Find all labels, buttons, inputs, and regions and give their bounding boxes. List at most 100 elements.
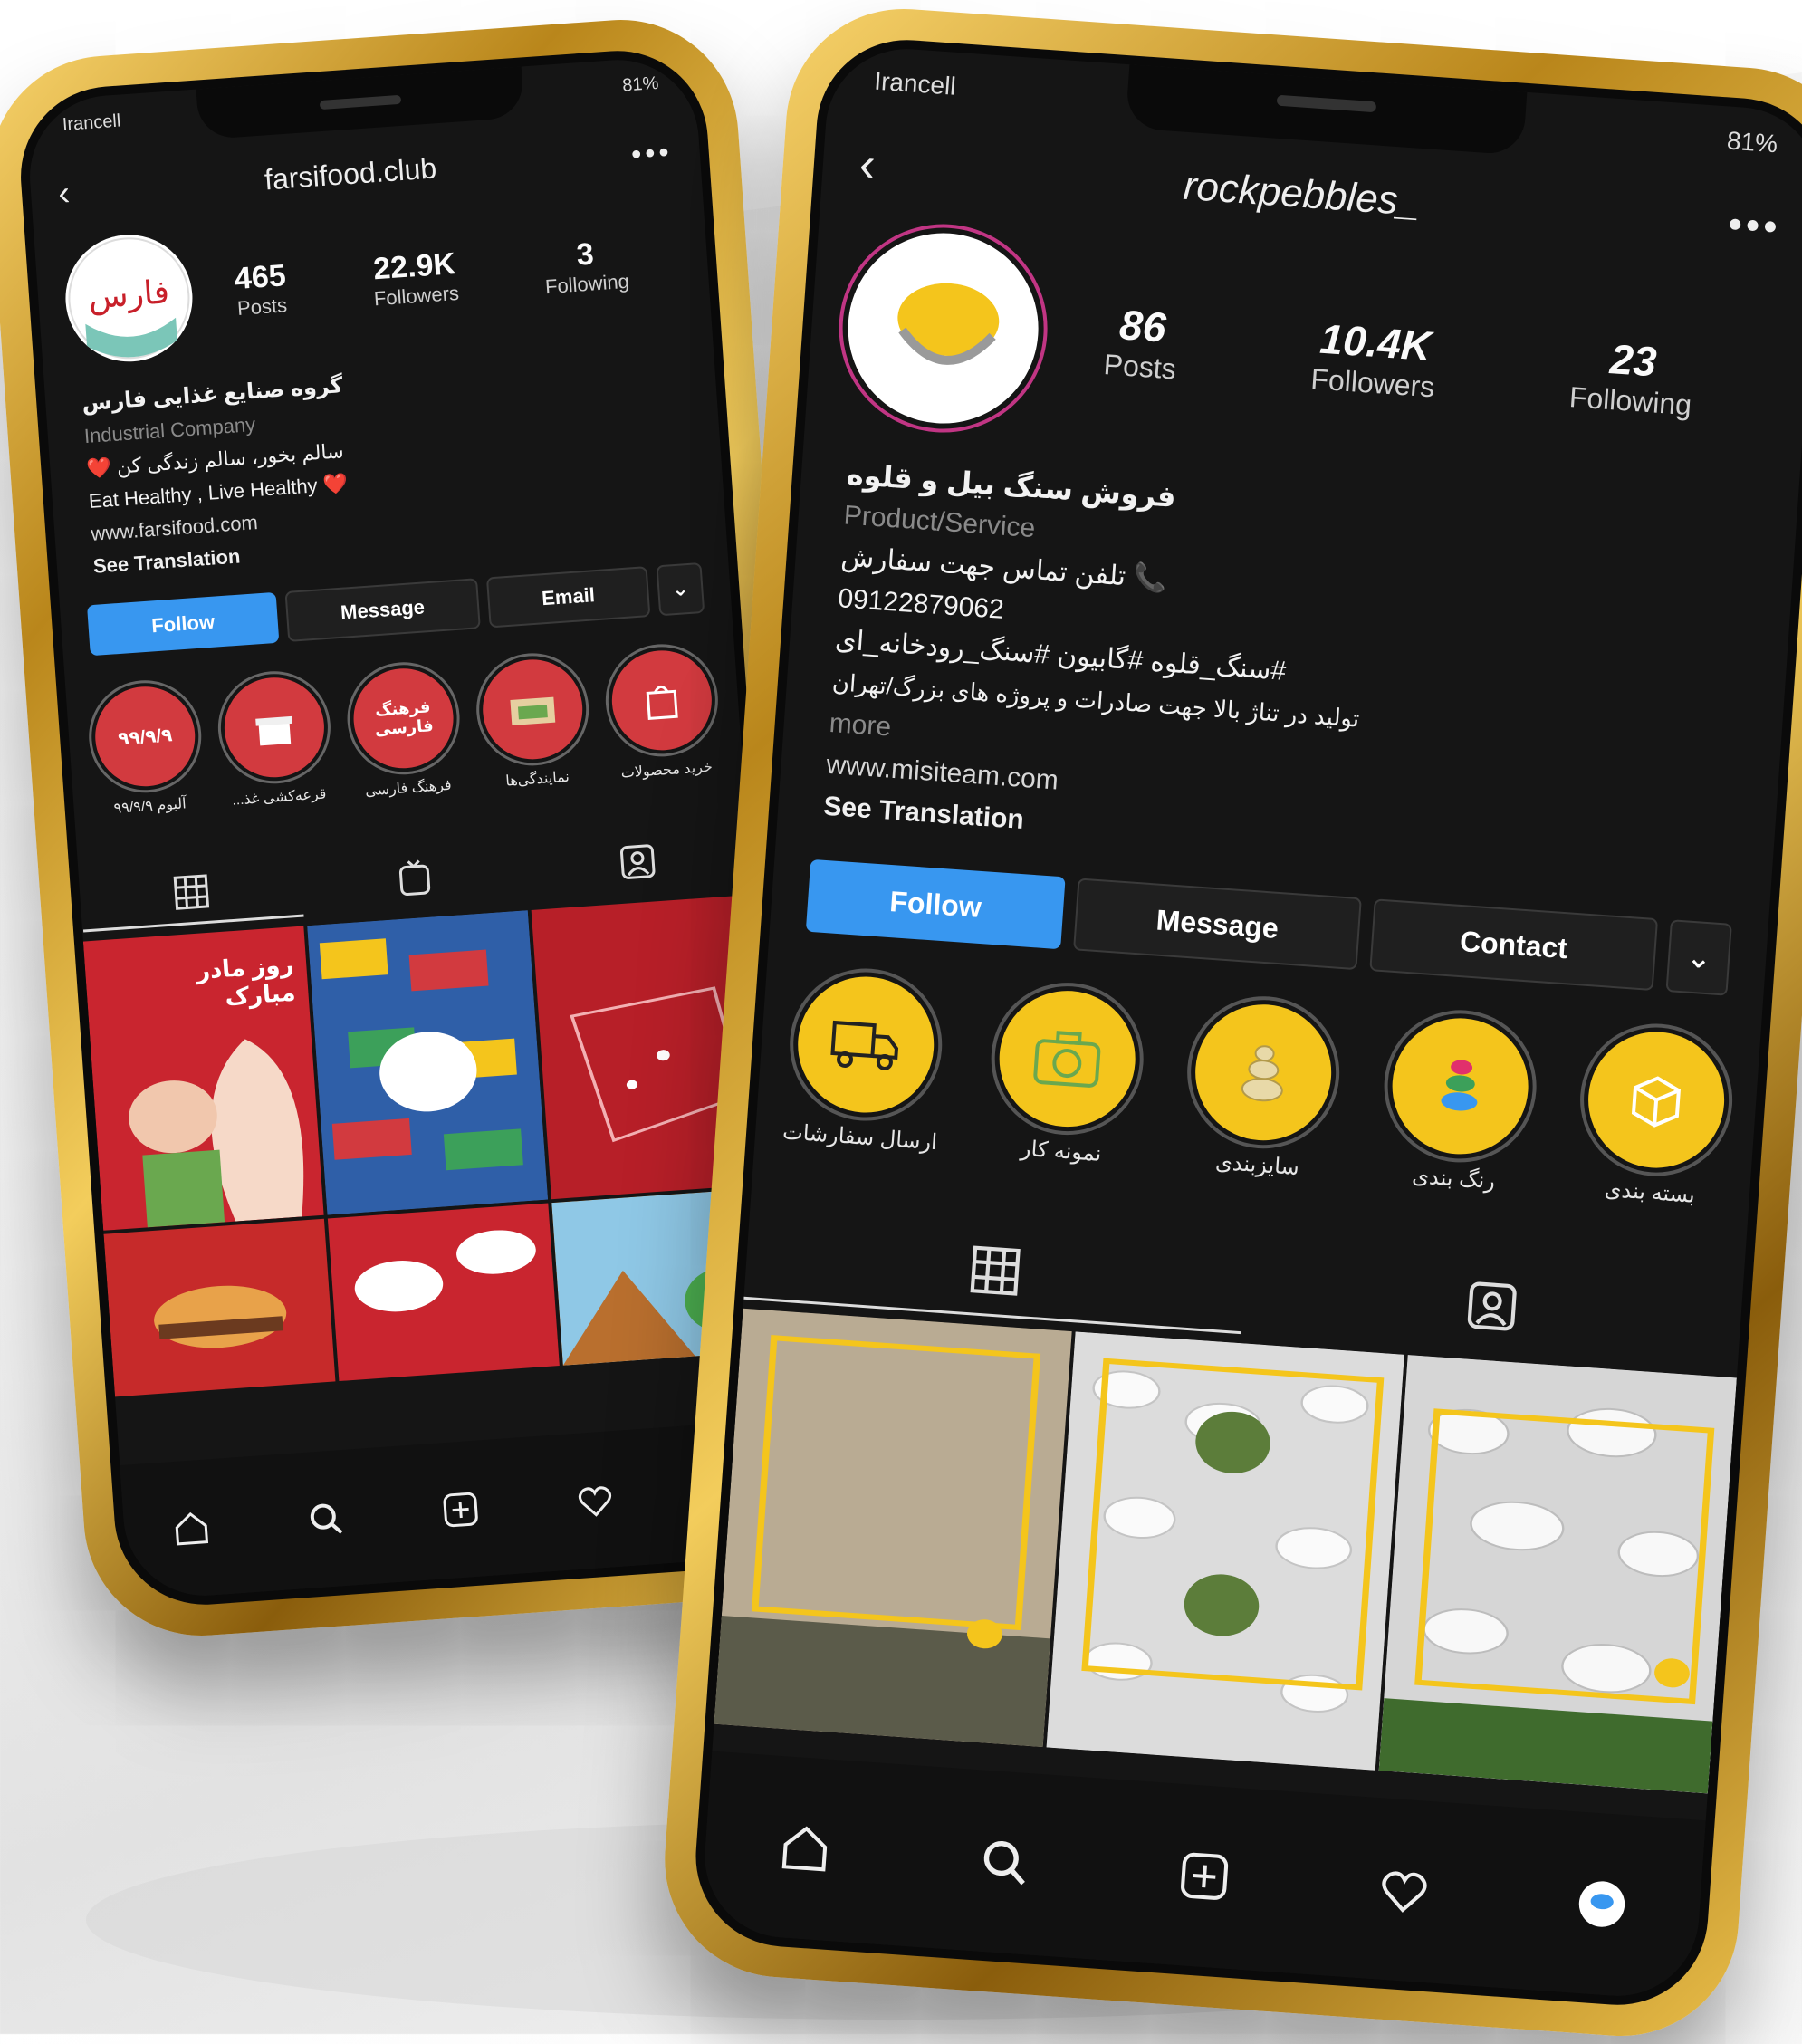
lego-bricks-image	[307, 910, 549, 1215]
truck-icon	[830, 1020, 899, 1071]
highlight-album[interactable]: ۹۹/۹/۹ آلبوم ۹۹/۹/۹	[88, 679, 204, 819]
highlight-sizing[interactable]: سایزبندی	[1184, 994, 1341, 1184]
shopping-bag-icon	[646, 685, 678, 720]
post-tile[interactable]: روز مادر مبارک	[82, 926, 324, 1231]
profile-username: farsifood.club	[263, 150, 438, 197]
profile-bio: گروه صنایع غذایی فارس Industrial Company…	[81, 369, 355, 583]
tab-tagged[interactable]	[525, 824, 750, 899]
profile-stats: 86 Posts 10.4K Followers 23 Following	[1035, 293, 1763, 427]
post-tile[interactable]	[1378, 1355, 1737, 1794]
screen-right: Irancell 81% ‹ rockpebbles_ ••• 86 Posts	[689, 34, 1802, 2011]
box-icon	[1631, 1076, 1681, 1128]
more-options-icon[interactable]: •••	[630, 135, 674, 171]
tab-grid[interactable]	[79, 854, 304, 933]
highlight-agencies[interactable]: نمایندگی‌ها	[475, 652, 591, 792]
igtv-icon	[398, 859, 431, 896]
search-icon[interactable]	[305, 1498, 348, 1540]
store-icon	[510, 696, 556, 725]
highlight-cover	[990, 981, 1145, 1137]
stat-posts[interactable]: 86 Posts	[1103, 299, 1181, 386]
activity-heart-icon[interactable]	[1375, 1861, 1433, 1919]
stat-following[interactable]: 23 Following	[1568, 331, 1696, 422]
post-tile[interactable]	[307, 910, 549, 1215]
highlight-portfolio[interactable]: نمونه کار	[988, 981, 1145, 1170]
stones-icon	[1241, 1045, 1284, 1102]
more-options-icon[interactable]: •••	[1727, 202, 1782, 251]
stone-wall-photo	[714, 1308, 1072, 1748]
profile-avatar-icon[interactable]	[1575, 1877, 1629, 1932]
email-button[interactable]: Email	[485, 566, 651, 629]
avatar[interactable]	[841, 226, 1045, 430]
highlight-cover	[475, 652, 590, 767]
stat-followers[interactable]: 10.4K Followers	[1309, 313, 1439, 404]
carrier-label: Irancell	[873, 66, 957, 101]
highlight-cover	[216, 670, 331, 785]
carrier-label: Irancell	[62, 110, 122, 135]
posts-grid: روز مادر مبارک	[82, 894, 784, 1397]
follow-button[interactable]: Follow	[86, 591, 280, 657]
profile-bio: فروش سنگ بیل و قلوه Product/Service 📞 تل…	[822, 454, 1375, 865]
battery-label: 81%	[621, 72, 660, 96]
posts-grid	[714, 1308, 1737, 1794]
camera-icon	[1033, 1031, 1101, 1088]
profile-actions: Follow Message Contact ⌄	[805, 859, 1732, 996]
highlight-colors[interactable]: رنگ بندی	[1380, 1009, 1538, 1197]
bottom-navigation	[699, 1751, 1706, 2001]
post-tile[interactable]	[714, 1308, 1072, 1748]
profile-stats: 465 Posts 22.9K Followers 3 Following	[190, 231, 673, 323]
burger-illustration	[154, 1285, 287, 1348]
svg-text:فارس: فارس	[87, 273, 170, 316]
highlight-cover: ۹۹/۹/۹	[88, 679, 203, 794]
highlight-orders[interactable]: ارسال سفارشات	[781, 967, 948, 1156]
highlight-giveaway[interactable]: قرعه‌کشی غذ...	[216, 670, 333, 810]
message-button[interactable]: Message	[284, 578, 481, 642]
post-tile[interactable]	[1046, 1331, 1404, 1771]
follow-button[interactable]: Follow	[805, 859, 1066, 950]
home-icon[interactable]	[170, 1507, 213, 1550]
new-post-icon[interactable]	[1175, 1847, 1233, 1905]
highlight-cover	[789, 967, 944, 1122]
highlight-cover	[1186, 994, 1341, 1150]
highlight-cover	[1578, 1022, 1734, 1177]
home-icon[interactable]	[777, 1819, 835, 1877]
profile-summary: فارس 465 Posts 22.9K Followers 3 Followi…	[61, 193, 676, 370]
white-pebbles-photo	[1378, 1355, 1737, 1794]
highlight-shop[interactable]: خرید محصولات	[604, 643, 721, 782]
back-icon[interactable]: ‹	[858, 136, 877, 192]
post-tile[interactable]	[103, 1218, 336, 1397]
more-actions-button[interactable]: ⌄	[656, 561, 705, 617]
activity-heart-icon[interactable]	[574, 1479, 617, 1521]
story-highlights: ارسال سفارشات نمونه کار سایزبندی رنگ بند…	[781, 967, 1734, 1211]
search-icon[interactable]	[976, 1833, 1034, 1891]
new-post-icon[interactable]	[439, 1489, 482, 1531]
story-highlights: ۹۹/۹/۹ آلبوم ۹۹/۹/۹ قرعه‌کشی غذ... فرهنگ…	[88, 643, 721, 819]
message-button[interactable]: Message	[1072, 878, 1362, 971]
highlight-culture[interactable]: فرهنگ فارسی فرهنگ فارسی	[346, 661, 463, 801]
profile-summary: 86 Posts 10.4K Followers 23 Following	[841, 218, 1768, 490]
contact-button[interactable]: Contact	[1369, 898, 1659, 992]
stat-followers[interactable]: 22.9K Followers	[370, 245, 460, 310]
tab-igtv[interactable]	[302, 840, 527, 915]
phone-right: Irancell 81% ‹ rockpebbles_ ••• 86 Posts	[657, 1, 1802, 2044]
stat-following[interactable]: 3 Following	[542, 234, 629, 298]
screen-left: Irancell 81% ‹ farsifood.club ••• فارس 4…	[14, 44, 808, 1611]
tagged-icon	[619, 844, 656, 879]
highlight-packaging[interactable]: بسته بندی	[1577, 1022, 1734, 1211]
highlight-cover	[604, 643, 719, 758]
back-icon[interactable]: ‹	[57, 174, 72, 215]
highlight-cover	[1382, 1009, 1538, 1164]
speech-bubbles-illustration	[354, 1230, 536, 1312]
rockpebbles-logo-icon	[852, 237, 1034, 419]
more-actions-button[interactable]: ⌄	[1665, 919, 1732, 996]
grid-icon	[173, 873, 210, 910]
tagged-icon	[1467, 1281, 1517, 1331]
highlight-cover: فرهنگ فارسی	[346, 661, 461, 776]
stat-posts[interactable]: 465 Posts	[234, 258, 289, 321]
avatar[interactable]: فارس	[61, 230, 197, 367]
post-tile[interactable]	[327, 1203, 560, 1382]
profile-username: rockpebbles_	[1182, 163, 1422, 225]
white-pebbles-plants-photo	[1046, 1331, 1404, 1771]
post-caption: روز مادر مبارک	[195, 950, 297, 1011]
gift-icon	[255, 715, 292, 746]
battery-label: 81%	[1726, 126, 1779, 158]
